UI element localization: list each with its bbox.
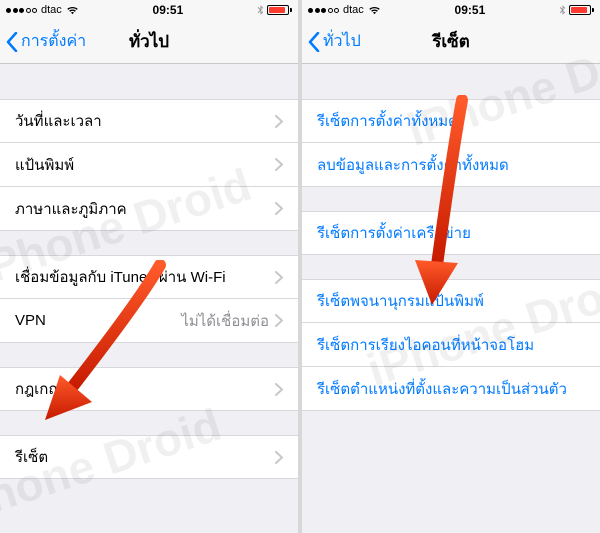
row-reset-network[interactable]: รีเซ็ตการตั้งค่าเครือข่าย [302, 211, 600, 255]
row-regulatory[interactable]: กฎเกณฑ์ [0, 367, 298, 411]
cell-label: VPN [15, 312, 181, 329]
row-reset-location-privacy[interactable]: รีเซ็ตตำแหน่งที่ตั้งและความเป็นส่วนตัว [302, 367, 600, 411]
cell-label: รีเซ็ตการตั้งค่าทั้งหมด [317, 109, 585, 133]
cell-value: ไม่ได้เชื่อมต่อ [181, 309, 269, 333]
back-label: การตั้งค่า [21, 29, 86, 54]
row-vpn[interactable]: VPN ไม่ได้เชื่อมต่อ [0, 299, 298, 343]
wifi-icon [66, 6, 79, 15]
nav-title: ทั่วไป [129, 28, 169, 55]
row-date-time[interactable]: วันที่และเวลา [0, 99, 298, 143]
cell-label: กฎเกณฑ์ [15, 377, 275, 401]
signal-icon [6, 8, 37, 13]
chevron-left-icon [6, 32, 18, 52]
row-reset-all-settings[interactable]: รีเซ็ตการตั้งค่าทั้งหมด [302, 99, 600, 143]
status-bar: dtac 09:51 [302, 0, 600, 20]
row-language-region[interactable]: ภาษาและภูมิภาค [0, 187, 298, 231]
carrier-label: dtac [343, 4, 364, 16]
chevron-left-icon [308, 32, 320, 52]
nav-bar: การตั้งค่า ทั่วไป [0, 20, 298, 64]
cell-label: รีเซ็ตพจนานุกรมแป้นพิมพ์ [317, 289, 585, 313]
row-reset-home-layout[interactable]: รีเซ็ตการเรียงไอคอนที่หน้าจอโฮม [302, 323, 600, 367]
back-label: ทั่วไป [323, 29, 361, 54]
battery-icon [569, 5, 594, 15]
nav-bar: ทั่วไป รีเซ็ต [302, 20, 600, 64]
row-keyboard[interactable]: แป้นพิมพ์ [0, 143, 298, 187]
chevron-right-icon [275, 451, 283, 464]
status-time: 09:51 [153, 3, 184, 17]
row-itunes-wifi-sync[interactable]: เชื่อมข้อมูลกับ iTunes ผ่าน Wi-Fi [0, 255, 298, 299]
chevron-right-icon [275, 158, 283, 171]
carrier-label: dtac [41, 4, 62, 16]
cell-label: ภาษาและภูมิภาค [15, 197, 275, 221]
status-time: 09:51 [455, 3, 486, 17]
battery-icon [267, 5, 292, 15]
row-reset-keyboard-dict[interactable]: รีเซ็ตพจนานุกรมแป้นพิมพ์ [302, 279, 600, 323]
phone-right: dtac 09:51 ทั่วไป รีเซ็ต รีเซ็ตการตั้งค่… [302, 0, 600, 533]
cell-label: รีเซ็ตตำแหน่งที่ตั้งและความเป็นส่วนตัว [317, 377, 585, 401]
row-reset[interactable]: รีเซ็ต [0, 435, 298, 479]
wifi-icon [368, 6, 381, 15]
cell-label: รีเซ็ต [15, 445, 275, 469]
chevron-right-icon [275, 202, 283, 215]
chevron-right-icon [275, 115, 283, 128]
cell-label: รีเซ็ตการเรียงไอคอนที่หน้าจอโฮม [317, 333, 585, 357]
row-erase-all[interactable]: ลบข้อมูลและการตั้งค่าทั้งหมด [302, 143, 600, 187]
chevron-right-icon [275, 271, 283, 284]
phone-left: dtac 09:51 การตั้งค่า ทั่วไป วันที่และเว… [0, 0, 298, 533]
back-button[interactable]: การตั้งค่า [6, 29, 86, 54]
cell-label: ลบข้อมูลและการตั้งค่าทั้งหมด [317, 153, 585, 177]
bluetooth-icon [559, 5, 566, 16]
chevron-right-icon [275, 314, 283, 327]
cell-label: เชื่อมข้อมูลกับ iTunes ผ่าน Wi-Fi [15, 265, 275, 289]
chevron-right-icon [275, 383, 283, 396]
status-bar: dtac 09:51 [0, 0, 298, 20]
signal-icon [308, 8, 339, 13]
back-button[interactable]: ทั่วไป [308, 29, 361, 54]
cell-label: รีเซ็ตการตั้งค่าเครือข่าย [317, 221, 585, 245]
nav-title: รีเซ็ต [432, 28, 470, 55]
cell-label: วันที่และเวลา [15, 109, 275, 133]
bluetooth-icon [257, 5, 264, 16]
cell-label: แป้นพิมพ์ [15, 153, 275, 177]
